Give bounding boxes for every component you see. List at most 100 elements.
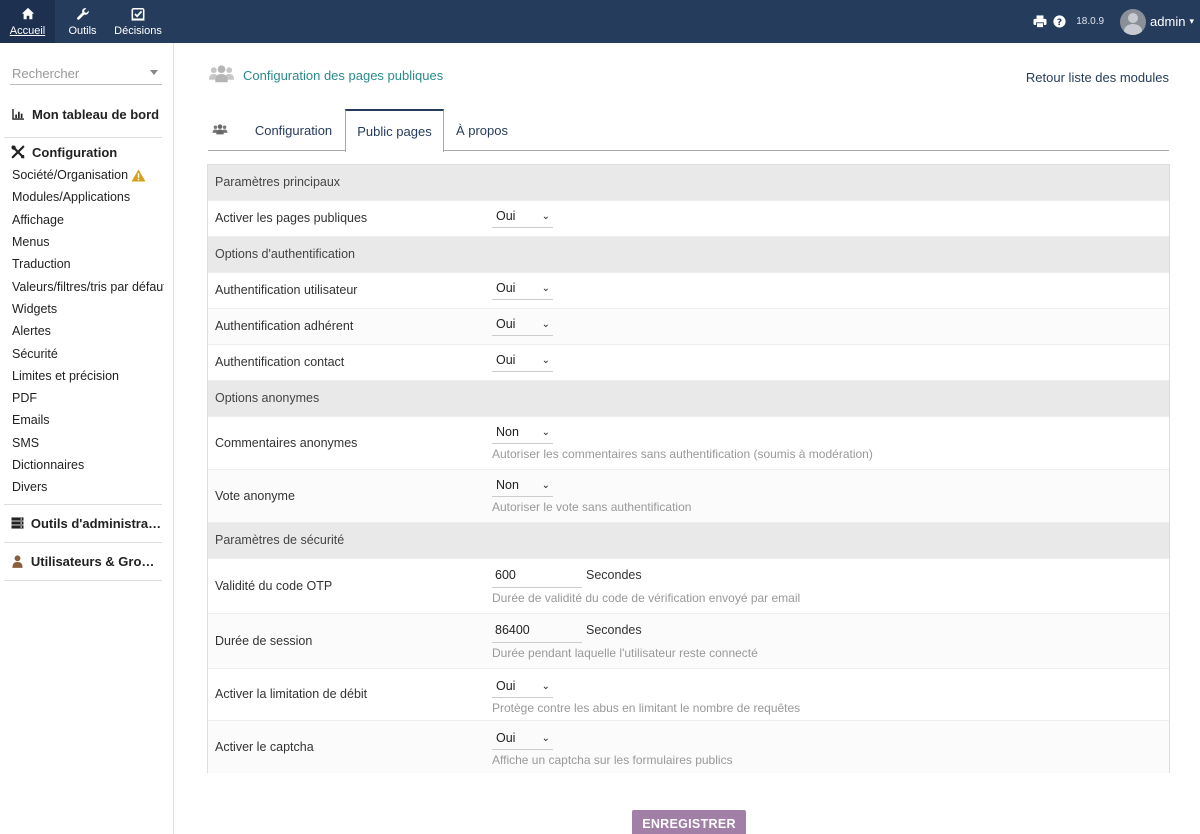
setting-label: Commentaires anonymes	[215, 436, 358, 450]
setting-row: Authentification contact Oui ⌄	[208, 345, 1169, 381]
menu-users-groups-label: Utilisateurs & Groupes	[30, 553, 162, 569]
server-icon	[10, 517, 25, 529]
session-duration-input[interactable]: 86400 Secondes	[492, 621, 642, 643]
setting-hint: Affiche un captcha sur les formulaires p…	[492, 753, 733, 767]
menu-admin-tools-label: Outils d'administration	[30, 515, 162, 531]
setting-label: Authentification contact	[215, 355, 345, 369]
menu-admin-tools[interactable]: Outils d'administration	[10, 514, 162, 532]
topnav-decisions[interactable]: Décisions	[110, 0, 166, 43]
rate-limit-select[interactable]: Oui ⌄	[492, 678, 553, 698]
search-input[interactable]: Rechercher	[10, 65, 162, 85]
menu-dashboard[interactable]: Mon tableau de bord	[10, 105, 162, 123]
setting-label: Authentification utilisateur	[215, 283, 358, 297]
anon-vote-select[interactable]: Non ⌄	[492, 477, 553, 497]
submenu-item[interactable]: Sécurité	[12, 342, 164, 364]
back-to-modules-link[interactable]: Retour liste des modules	[1026, 70, 1169, 85]
tab-bar: Configuration Public pages À propos	[208, 109, 1169, 152]
topnav-decisions-label: Décisions	[114, 25, 162, 37]
input-value: 86400	[495, 623, 530, 637]
submenu-item[interactable]: Alertes	[12, 320, 164, 342]
setting-hint: Autoriser le vote sans authentification	[492, 500, 692, 514]
checkbox-icon	[110, 7, 166, 23]
section-header: Options d'authentification	[208, 237, 1169, 273]
auth-user-select[interactable]: Oui ⌄	[492, 280, 553, 300]
submenu-item[interactable]: Emails	[12, 409, 164, 431]
setting-label: Activer les pages publiques	[215, 211, 368, 225]
submenu-item[interactable]: Limites et précision	[12, 365, 164, 387]
menu-users-groups[interactable]: Utilisateurs & Groupes	[10, 552, 162, 570]
submenu-item[interactable]: Valeurs/filtres/tris par défaut	[12, 275, 164, 297]
home-icon	[0, 7, 55, 23]
wrench-icon	[55, 7, 110, 23]
left-menu: Rechercher Mon tableau de bord Configura…	[0, 43, 174, 834]
section-label: Options d'authentification	[215, 247, 355, 261]
setting-label: Durée de session	[215, 634, 313, 648]
submenu-item[interactable]: Divers	[12, 476, 164, 498]
submenu-item[interactable]: Widgets	[12, 298, 164, 320]
section-header: Options anonymes	[208, 381, 1169, 417]
topnav-home[interactable]: Accueil	[0, 0, 55, 43]
topnav-tools-label: Outils	[68, 25, 97, 37]
tab-configuration[interactable]: Configuration	[244, 109, 343, 151]
main-content: Configuration des pages publiques Retour…	[174, 43, 1200, 834]
setting-label: Activer le captcha	[215, 740, 314, 754]
setting-hint: Autoriser les commentaires sans authenti…	[492, 447, 873, 461]
unit-label: Secondes	[586, 568, 642, 582]
anon-comments-select[interactable]: Non ⌄	[492, 424, 553, 444]
setting-row: Validité du code OTP 600 Secondes Durée …	[208, 559, 1169, 614]
chevron-down-icon: ⌄	[541, 681, 550, 692]
setting-row: Vote anonyme Non ⌄ Autoriser le vote san…	[208, 470, 1169, 523]
chevron-down-icon: ⌄	[541, 355, 550, 366]
dropdown-caret-icon	[150, 70, 158, 75]
svg-text:?: ?	[1057, 18, 1062, 28]
submenu-item[interactable]: Traduction	[12, 253, 164, 275]
setting-label: Activer la limitation de débit	[215, 687, 368, 701]
enable-public-select[interactable]: Oui ⌄	[492, 208, 553, 228]
select-value: Non	[496, 478, 519, 492]
chevron-down-icon: ⌄	[541, 733, 550, 744]
auth-member-select[interactable]: Oui ⌄	[492, 316, 553, 336]
submenu-item[interactable]: Société/Organisation	[12, 164, 164, 186]
submenu-item[interactable]: PDF	[12, 387, 164, 409]
select-value: Oui	[496, 209, 516, 223]
setting-row: Durée de session 86400 Secondes Durée pe…	[208, 614, 1169, 669]
select-value: Oui	[496, 281, 516, 295]
submenu-item[interactable]: Menus	[12, 231, 164, 253]
user-icon	[10, 554, 25, 568]
user-name: admin	[1150, 14, 1186, 29]
menu-divider	[4, 504, 162, 505]
submenu-item[interactable]: Affichage	[12, 209, 164, 231]
settings-table: Paramètres principaux Activer les pages …	[207, 164, 1170, 773]
topnav-home-label: Accueil	[9, 25, 46, 37]
otp-validity-input[interactable]: 600 Secondes	[492, 566, 642, 588]
setting-hint: Durée pendant laquelle l'utilisateur res…	[492, 646, 758, 660]
auth-contact-select[interactable]: Oui ⌄	[492, 352, 553, 372]
chevron-down-icon: ▾	[1189, 16, 1194, 26]
tools-icon	[10, 145, 26, 159]
menu-divider	[4, 137, 162, 138]
topnav-tools[interactable]: Outils	[55, 0, 110, 43]
select-value: Oui	[496, 317, 516, 331]
submenu-item[interactable]: Modules/Applications	[12, 186, 164, 208]
select-value: Oui	[496, 679, 516, 693]
submenu-item[interactable]: Dictionnaires	[12, 454, 164, 476]
user-menu[interactable]: admin ▾	[1120, 8, 1200, 35]
setting-row: Activer les pages publiques Oui ⌄	[208, 201, 1169, 237]
setting-hint: Protège contre les abus en limitant le n…	[492, 701, 801, 715]
tab-about[interactable]: À propos	[448, 109, 516, 151]
save-button[interactable]: ENREGISTRER	[632, 810, 746, 834]
top-nav: Accueil Outils Décisions	[0, 0, 166, 43]
tab-users-icon[interactable]	[208, 109, 232, 151]
help-icon[interactable]: ?	[1053, 15, 1066, 28]
bar-chart-icon	[10, 108, 26, 120]
menu-divider	[4, 580, 162, 581]
search-placeholder: Rechercher	[12, 66, 80, 81]
page-title: Configuration des pages publiques	[243, 68, 444, 83]
menu-configuration[interactable]: Configuration	[10, 143, 162, 161]
print-icon[interactable]	[1033, 15, 1047, 28]
section-label: Options anonymes	[215, 391, 320, 405]
tab-public-pages[interactable]: Public pages	[345, 109, 444, 152]
menu-dashboard-label: Mon tableau de bord	[32, 106, 160, 122]
captcha-select[interactable]: Oui ⌄	[492, 730, 553, 750]
submenu-item[interactable]: SMS	[12, 432, 164, 454]
